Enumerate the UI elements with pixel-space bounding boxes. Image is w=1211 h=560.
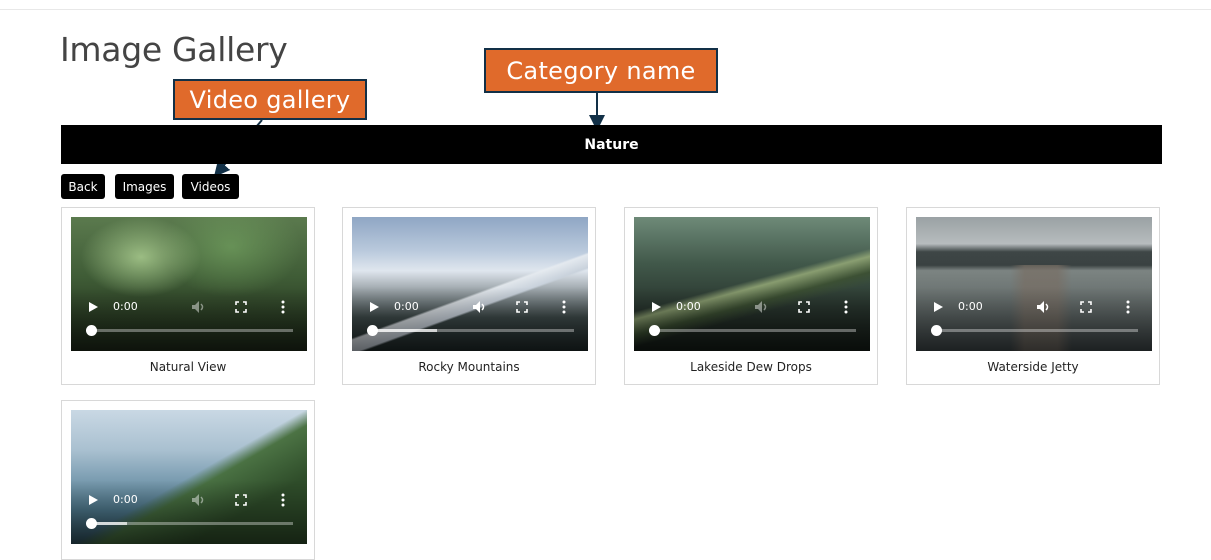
play-icon[interactable] — [370, 302, 379, 312]
video-card: 0:00 Lakeside Dew Drops — [624, 207, 878, 385]
video-card: 0:00 — [61, 400, 315, 560]
more-options-icon[interactable] — [281, 493, 285, 507]
play-icon[interactable] — [89, 495, 98, 505]
video-player[interactable]: 0:00 — [352, 217, 588, 351]
video-title: Rocky Mountains — [418, 360, 520, 374]
fullscreen-icon[interactable] — [798, 301, 810, 313]
video-card: 0:00 Waterside Jetty — [906, 207, 1160, 385]
top-divider — [0, 9, 1211, 10]
video-card: 0:00 Natural View — [61, 207, 315, 385]
video-card: 0:00 Rocky Mountains — [342, 207, 596, 385]
volume-icon[interactable] — [191, 493, 207, 507]
video-gallery-callout: Video gallery — [173, 79, 367, 120]
video-controls: 0:00 — [71, 299, 307, 315]
fullscreen-icon[interactable] — [235, 494, 247, 506]
progress-bar[interactable] — [649, 325, 856, 336]
seek-handle[interactable] — [931, 325, 942, 336]
video-player[interactable]: 0:00 — [916, 217, 1152, 351]
play-icon[interactable] — [934, 302, 943, 312]
progress-bar[interactable] — [931, 325, 1138, 336]
buffered-range — [372, 329, 437, 332]
page-title: Image Gallery — [60, 30, 288, 69]
video-controls: 0:00 — [352, 299, 588, 315]
video-player[interactable]: 0:00 — [71, 410, 307, 544]
video-title: Lakeside Dew Drops — [690, 360, 812, 374]
progress-bar[interactable] — [86, 325, 293, 336]
time-display: 0:00 — [676, 300, 701, 313]
more-options-icon[interactable] — [562, 300, 566, 314]
video-controls: 0:00 — [71, 492, 307, 508]
video-title: Waterside Jetty — [987, 360, 1079, 374]
fullscreen-icon[interactable] — [516, 301, 528, 313]
time-display: 0:00 — [113, 300, 138, 313]
category-title-bar: Nature — [61, 125, 1162, 164]
controls-shade — [71, 480, 307, 544]
more-options-icon[interactable] — [281, 300, 285, 314]
time-display: 0:00 — [958, 300, 983, 313]
video-title: Natural View — [149, 360, 227, 374]
seek-handle[interactable] — [86, 325, 97, 336]
fullscreen-icon[interactable] — [1080, 301, 1092, 313]
volume-icon[interactable] — [1036, 300, 1052, 314]
videos-button[interactable]: Videos — [182, 174, 239, 199]
volume-icon[interactable] — [472, 300, 488, 314]
play-icon[interactable] — [652, 302, 661, 312]
seek-handle[interactable] — [86, 518, 97, 529]
back-button[interactable]: Back — [61, 174, 105, 199]
volume-icon[interactable] — [191, 300, 207, 314]
progress-bar[interactable] — [86, 518, 293, 529]
fullscreen-icon[interactable] — [235, 301, 247, 313]
video-player[interactable]: 0:00 — [71, 217, 307, 351]
controls-shade — [71, 287, 307, 351]
controls-shade — [916, 287, 1152, 351]
time-display: 0:00 — [113, 493, 138, 506]
video-player[interactable]: 0:00 — [634, 217, 870, 351]
controls-shade — [352, 287, 588, 351]
controls-shade — [634, 287, 870, 351]
seek-handle[interactable] — [649, 325, 660, 336]
play-icon[interactable] — [89, 302, 98, 312]
time-display: 0:00 — [394, 300, 419, 313]
volume-icon[interactable] — [754, 300, 770, 314]
progress-bar[interactable] — [367, 325, 574, 336]
more-options-icon[interactable] — [1126, 300, 1130, 314]
images-button[interactable]: Images — [115, 174, 174, 199]
video-controls: 0:00 — [916, 299, 1152, 315]
seek-handle[interactable] — [367, 325, 378, 336]
video-controls: 0:00 — [634, 299, 870, 315]
category-name-callout: Category name — [484, 48, 718, 93]
more-options-icon[interactable] — [844, 300, 848, 314]
